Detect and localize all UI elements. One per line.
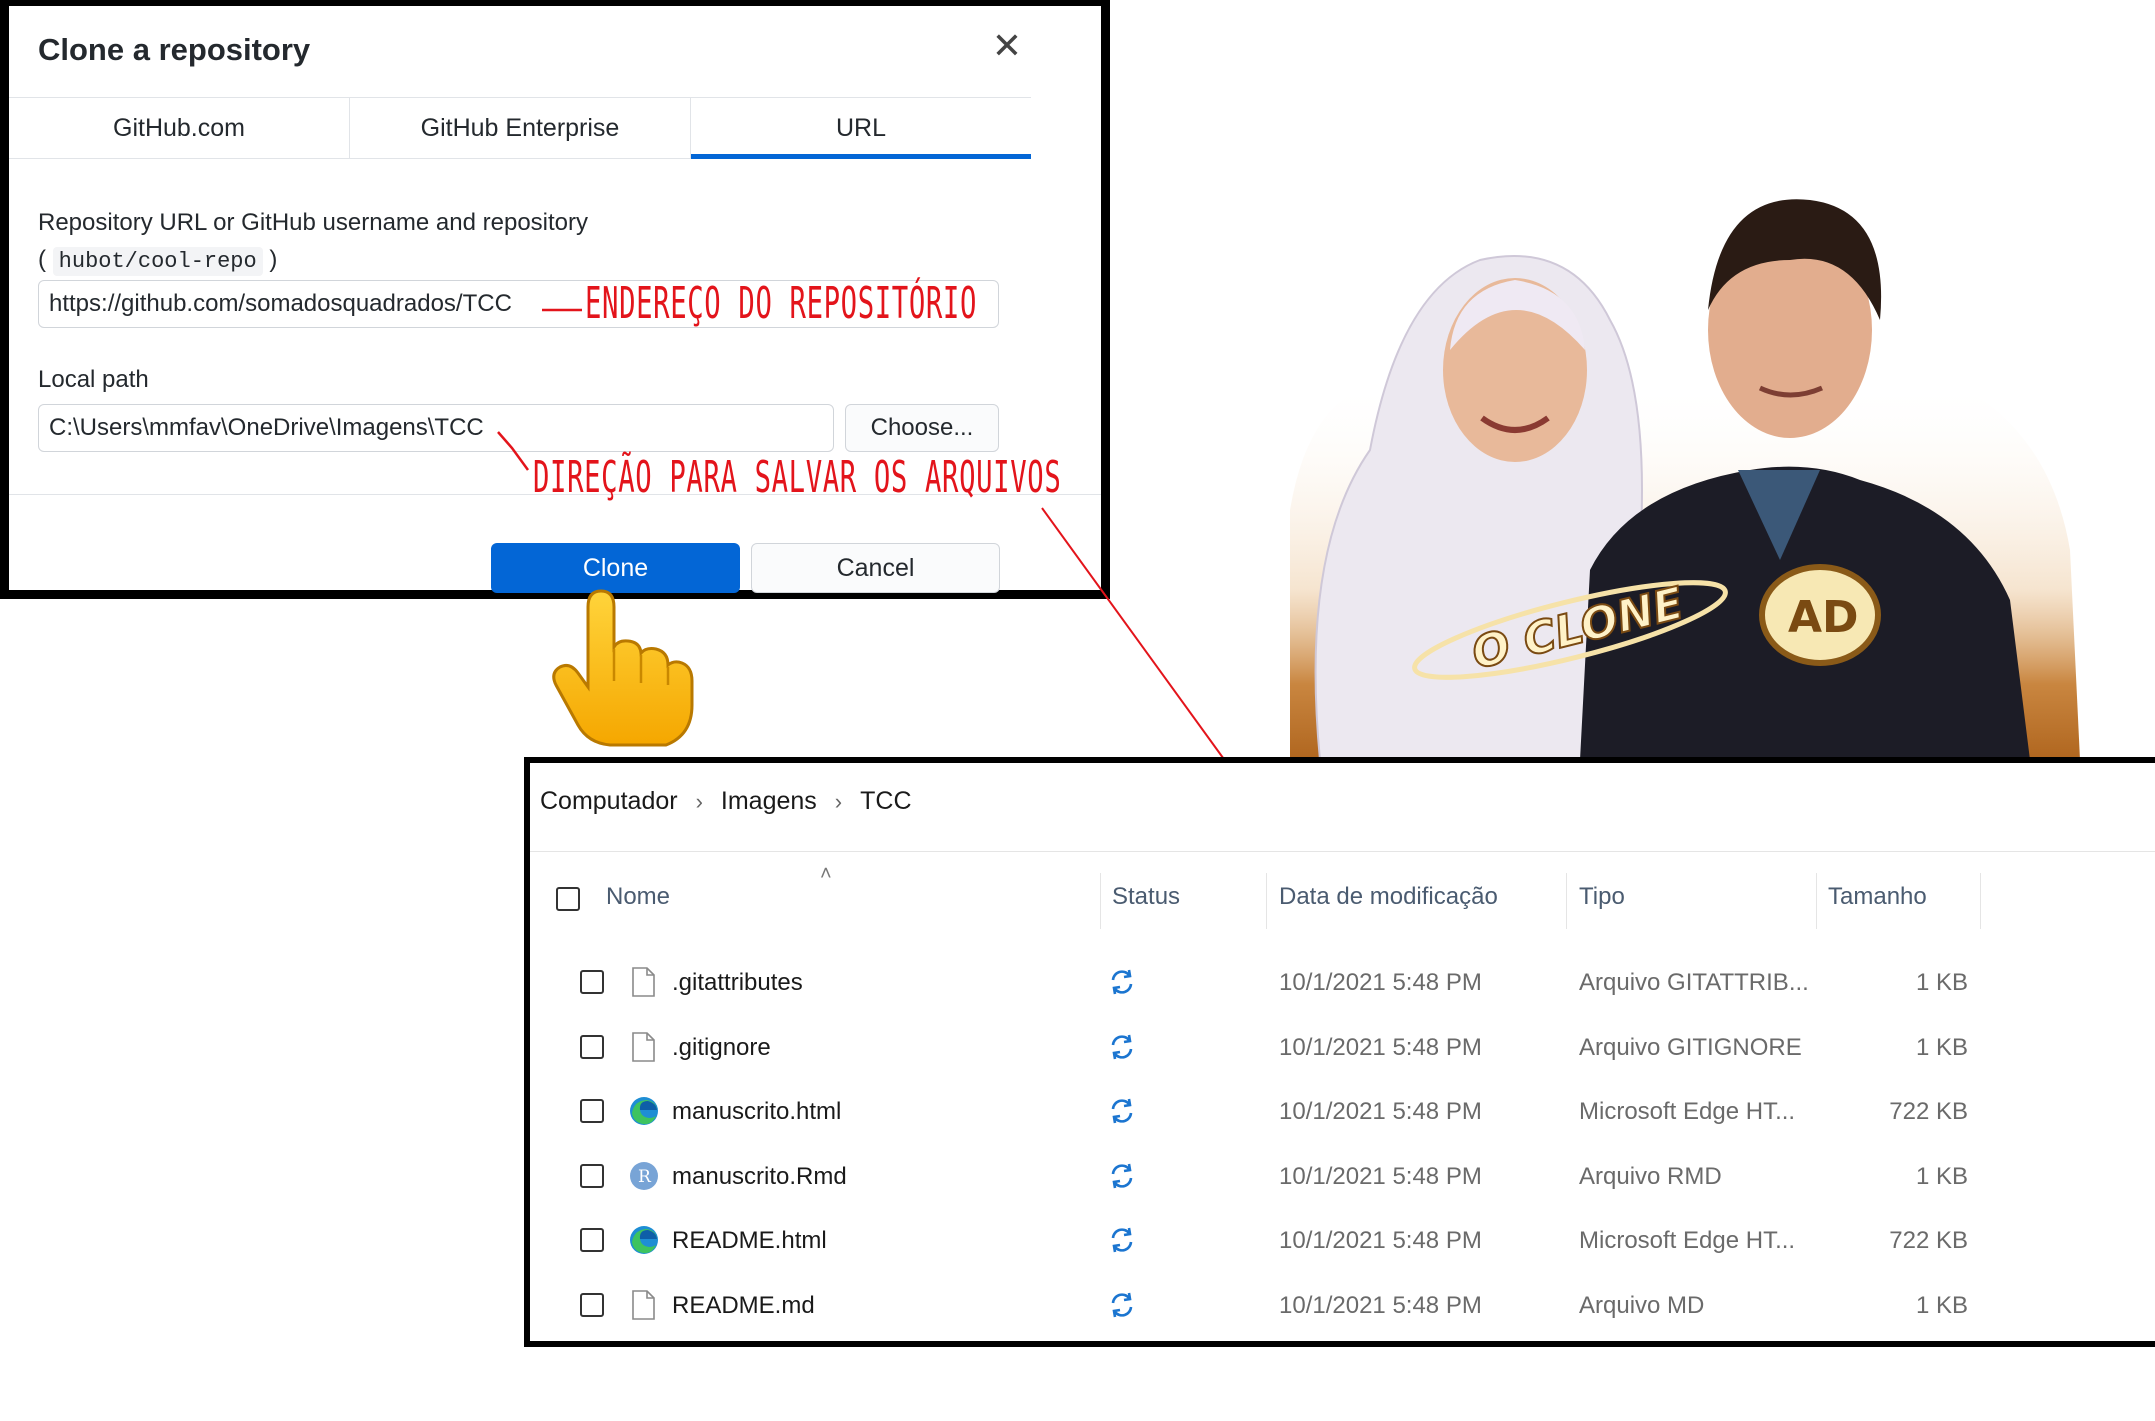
blank-file-icon: [628, 966, 658, 998]
file-size: 722 KB: [1889, 1227, 1968, 1255]
sync-status-icon: [1108, 1033, 1136, 1061]
blank-file-icon: [628, 1031, 658, 1063]
header-divider: [530, 851, 2155, 852]
file-name[interactable]: README.md: [672, 1273, 815, 1338]
file-row[interactable]: README.html 10/1/2021 5:48 PM Microsoft Ed…: [530, 1208, 2155, 1273]
column-header-nome[interactable]: Nome: [606, 883, 670, 911]
row-checkbox[interactable]: [580, 1228, 604, 1253]
file-name[interactable]: README.html: [672, 1208, 827, 1273]
sync-status-icon: [1108, 1162, 1136, 1190]
edge-icon: [628, 1095, 658, 1127]
file-date: 10/1/2021 5:48 PM: [1279, 1292, 1482, 1319]
file-explorer-window: Computador › Imagens › TCC Nome ˄ Status…: [524, 757, 2155, 1347]
file-row[interactable]: .gitattributes 10/1/2021 5:48 PM Arquivo G…: [530, 950, 2155, 1015]
sync-status-icon: [1108, 1097, 1136, 1125]
column-divider: [1100, 873, 1101, 929]
select-all-checkbox[interactable]: [556, 887, 580, 911]
sort-ascending-icon: ˄: [820, 863, 832, 885]
row-checkbox[interactable]: [580, 970, 604, 994]
r-file-icon: R: [628, 1160, 658, 1192]
sync-status-icon: [1108, 968, 1136, 996]
row-checkbox[interactable]: [580, 1163, 604, 1188]
file-type: Microsoft Edge HT...: [1579, 1227, 1796, 1255]
breadcrumb: Computador › Imagens › TCC: [530, 787, 912, 816]
row-checkbox[interactable]: [580, 1099, 604, 1124]
file-date: 10/1/2021 5:48 PM: [1279, 1162, 1482, 1190]
sync-status-icon: [1108, 1291, 1136, 1319]
row-checkbox[interactable]: [580, 1293, 604, 1317]
file-row[interactable]: .gitignore 10/1/2021 5:48 PM Arquivo GITIG…: [530, 1015, 2155, 1080]
file-type: Arquivo GITATTRIB...: [1579, 969, 1809, 996]
breadcrumb-imagens[interactable]: Imagens: [721, 787, 817, 816]
column-divider: [1266, 873, 1267, 929]
breadcrumb-computador[interactable]: Computador: [540, 787, 678, 816]
file-date: 10/1/2021 5:48 PM: [1279, 969, 1482, 996]
column-header-status[interactable]: Status: [1112, 883, 1180, 911]
file-type: Microsoft Edge HT...: [1579, 1098, 1796, 1126]
column-header-data[interactable]: Data de modificação: [1279, 883, 1498, 911]
breadcrumb-tcc[interactable]: TCC: [860, 787, 911, 816]
chevron-right-icon: ›: [695, 788, 703, 814]
file-type: Arquivo GITIGNORE: [1579, 1033, 1802, 1061]
file-name[interactable]: .gitignore: [672, 1015, 771, 1080]
column-divider: [1980, 873, 1981, 929]
row-checkbox[interactable]: [580, 1034, 604, 1059]
file-size: 722 KB: [1889, 1098, 1968, 1126]
file-size: 1 KB: [1915, 969, 1968, 996]
file-row[interactable]: manuscrito.html 10/1/2021 5:48 PM Microsof…: [530, 1079, 2155, 1144]
file-date: 10/1/2021 5:48 PM: [1279, 1033, 1482, 1061]
column-header-tamanho[interactable]: Tamanho: [1828, 883, 1927, 911]
file-name[interactable]: .gitattributes: [672, 950, 803, 1015]
column-divider: [1566, 873, 1567, 929]
column-header-tipo[interactable]: Tipo: [1579, 883, 1625, 911]
file-size: 1 KB: [1915, 1033, 1968, 1061]
file-date: 10/1/2021 5:48 PM: [1279, 1227, 1482, 1255]
file-size: 1 KB: [1915, 1292, 1968, 1319]
file-size: 1 KB: [1915, 1162, 1968, 1190]
file-type: Arquivo RMD: [1579, 1162, 1722, 1190]
file-date: 10/1/2021 5:48 PM: [1279, 1098, 1482, 1126]
file-name[interactable]: manuscrito.Rmd: [672, 1144, 847, 1209]
sync-status-icon: [1108, 1226, 1136, 1254]
svg-text:R: R: [638, 1167, 652, 1187]
pointing-hand-icon: [552, 589, 694, 747]
svg-text:AD: AD: [1788, 592, 1859, 643]
file-row[interactable]: Rmanuscrito.Rmd 10/1/2021 5:48 PM Arquivo …: [530, 1144, 2155, 1209]
column-divider: [1816, 873, 1817, 929]
file-row[interactable]: README.md 10/1/2021 5:48 PM Arquivo MD 1 KB: [530, 1273, 2155, 1338]
file-name[interactable]: manuscrito.html: [672, 1079, 841, 1144]
novela-poster-image: O CLONE AD: [1290, 199, 2080, 760]
file-type: Arquivo MD: [1579, 1292, 1705, 1319]
chevron-right-icon: ›: [834, 788, 843, 814]
blank-file-icon: [628, 1289, 658, 1321]
edge-icon: [628, 1224, 658, 1256]
